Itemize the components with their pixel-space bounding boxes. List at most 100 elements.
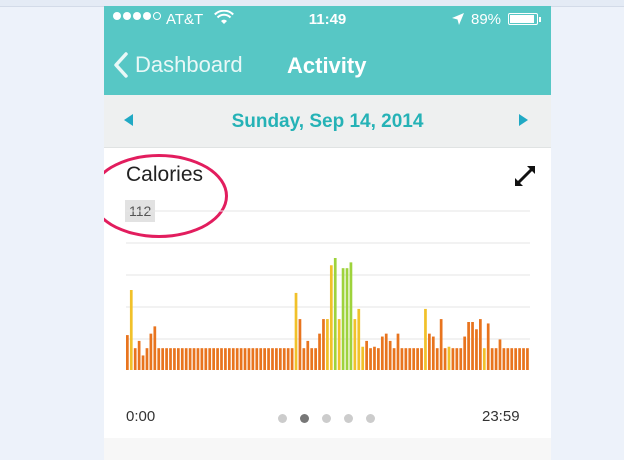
chart-bar[interactable] <box>161 348 165 370</box>
chart-bar[interactable] <box>467 322 470 370</box>
chart-bar[interactable] <box>526 348 529 370</box>
chart-bar[interactable] <box>361 346 365 370</box>
chart-bar[interactable] <box>259 348 263 370</box>
chart-bar[interactable] <box>435 348 439 370</box>
chart-bar[interactable] <box>369 348 372 370</box>
chart-bar[interactable] <box>439 319 443 370</box>
chart-bar[interactable] <box>514 348 518 370</box>
next-day-arrow-icon[interactable] <box>519 114 528 126</box>
chart-bar[interactable] <box>129 290 133 370</box>
chart-bar[interactable] <box>314 348 317 370</box>
chart-bar[interactable] <box>416 348 419 370</box>
chart-bar[interactable] <box>494 348 498 370</box>
chart-bar[interactable] <box>220 348 223 370</box>
chart-bar[interactable] <box>455 348 459 370</box>
chart-bar[interactable] <box>306 340 310 370</box>
chart-bar[interactable] <box>275 348 278 370</box>
chart-bar[interactable] <box>459 348 463 370</box>
chart-bar[interactable] <box>149 333 153 370</box>
page-dot[interactable] <box>344 414 353 423</box>
page-dot[interactable] <box>322 414 331 423</box>
chart-bar[interactable] <box>212 348 216 370</box>
chart-bar[interactable] <box>282 348 286 370</box>
chart-bar[interactable] <box>310 348 314 370</box>
chart-bar[interactable] <box>349 262 353 370</box>
chart-bar[interactable] <box>243 348 247 370</box>
chart-bar[interactable] <box>322 319 325 370</box>
chart-bar[interactable] <box>169 348 172 370</box>
chart-bar[interactable] <box>510 348 514 370</box>
chart-bar[interactable] <box>400 348 404 370</box>
chart-bar[interactable] <box>157 348 161 370</box>
chart-bar[interactable] <box>388 340 392 370</box>
chart-bar[interactable] <box>145 348 149 370</box>
chart-bar[interactable] <box>141 355 145 370</box>
chart-bar[interactable] <box>298 319 302 370</box>
chart-bar[interactable] <box>380 336 384 370</box>
chart-bar[interactable] <box>377 348 380 370</box>
chart-bar[interactable] <box>235 348 239 370</box>
date-label[interactable]: Sunday, Sep 14, 2014 <box>104 111 551 133</box>
chart-bar[interactable] <box>227 348 231 370</box>
chart-bar[interactable] <box>408 348 412 370</box>
chart-bar[interactable] <box>184 348 188 370</box>
chart-bar[interactable] <box>326 319 329 370</box>
chart-bar[interactable] <box>384 333 388 370</box>
chart-bar[interactable] <box>506 348 510 370</box>
chart-bar[interactable] <box>451 348 455 370</box>
chart-bar[interactable] <box>443 348 447 370</box>
chart-bar[interactable] <box>267 348 270 370</box>
chart-bar[interactable] <box>302 348 306 370</box>
chart-bar[interactable] <box>271 348 274 370</box>
chart-bar[interactable] <box>251 348 255 370</box>
chart-bar[interactable] <box>424 308 427 370</box>
chart-bar[interactable] <box>153 326 157 370</box>
chart-bar[interactable] <box>224 348 227 370</box>
chart-bar[interactable] <box>373 346 376 370</box>
chart-bar[interactable] <box>173 348 176 370</box>
page-dot[interactable] <box>278 414 287 423</box>
chart-bar[interactable] <box>247 348 251 370</box>
chart-bar[interactable] <box>290 348 294 370</box>
chart-bar[interactable] <box>208 348 212 370</box>
chart-bar[interactable] <box>392 348 396 370</box>
chart-bar[interactable] <box>133 348 137 370</box>
chart-bar[interactable] <box>192 348 196 370</box>
chart-bar[interactable] <box>498 339 502 370</box>
chart-bar[interactable] <box>428 333 431 370</box>
chart-bar[interactable] <box>471 322 474 370</box>
chart-bar[interactable] <box>204 348 208 370</box>
back-button[interactable]: Dashboard <box>113 50 243 80</box>
chart-bar[interactable] <box>196 348 200 370</box>
chart-bar[interactable] <box>126 335 129 370</box>
chart-bar[interactable] <box>412 348 416 370</box>
chart-bar[interactable] <box>365 340 368 370</box>
chart-bar[interactable] <box>522 348 525 370</box>
chart-bar[interactable] <box>165 348 168 370</box>
chart-bar[interactable] <box>278 348 282 370</box>
chart-bar[interactable] <box>447 346 451 370</box>
chart-bar[interactable] <box>404 348 408 370</box>
chart-bar[interactable] <box>176 348 180 370</box>
chart-bar[interactable] <box>286 348 290 370</box>
chart-bar[interactable] <box>200 348 204 370</box>
chart-bar[interactable] <box>482 348 486 370</box>
chart-bar[interactable] <box>333 258 337 370</box>
chart-bar[interactable] <box>420 348 423 370</box>
chart-bar[interactable] <box>188 348 192 370</box>
chart-bar[interactable] <box>490 348 494 370</box>
chart-bar[interactable] <box>231 348 235 370</box>
chart-bar[interactable] <box>475 329 478 370</box>
chart-bar[interactable] <box>431 336 435 370</box>
chart-bar[interactable] <box>353 319 357 370</box>
chart-bar[interactable] <box>255 348 259 370</box>
chart-bar[interactable] <box>337 319 341 370</box>
chart-bar[interactable] <box>396 333 400 370</box>
chart-bar[interactable] <box>137 340 141 370</box>
chart-bar[interactable] <box>216 348 219 370</box>
page-dot[interactable] <box>366 414 375 423</box>
chart-bar[interactable] <box>357 308 361 370</box>
chart-bar[interactable] <box>329 265 333 370</box>
chart-bar[interactable] <box>180 348 184 370</box>
chart-bar[interactable] <box>239 348 243 370</box>
